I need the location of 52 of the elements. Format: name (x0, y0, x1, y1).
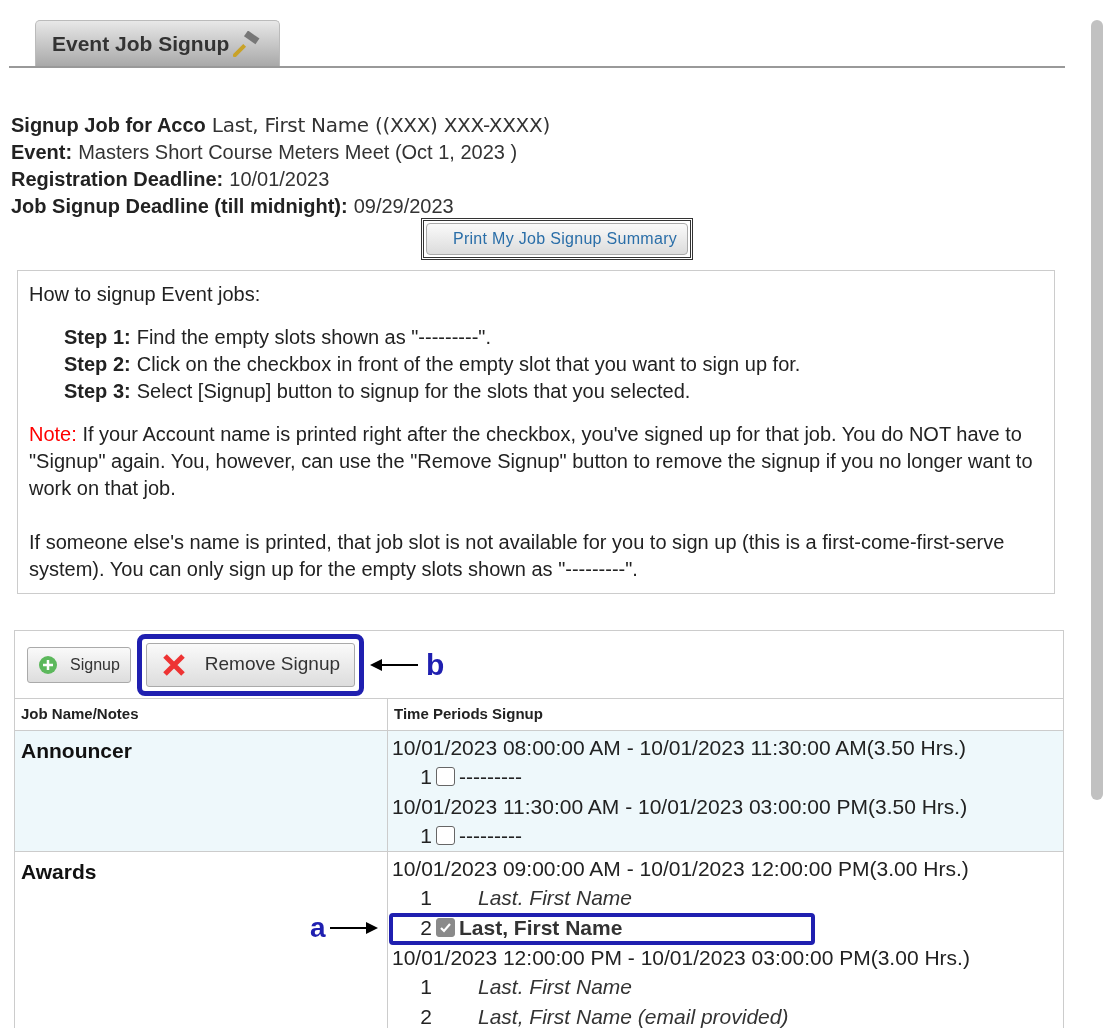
info-value: 10/01/2023 (229, 167, 330, 192)
time-period: 10/01/2023 11:30:00 AM - 10/01/2023 03:00:00 PM(3.50 Hrs.) (392, 793, 969, 820)
time-period: 10/01/2023 12:00:00 PM - 10/01/2023 03:00:00 PM(3.00 Hrs.) (392, 944, 971, 971)
info-label: Signup Job for Acco (11, 113, 206, 138)
callout-label: a (310, 910, 326, 945)
step-label: Step 3: (64, 379, 131, 404)
signup-button[interactable]: Signup (27, 646, 131, 683)
slot-name: Last. First Name (478, 884, 633, 911)
time-period: 10/01/2023 09:00:00 AM - 10/01/2023 12:00:00 PM(3.00 Hrs.) (392, 855, 970, 882)
callout-label: b (426, 647, 445, 683)
info-label: Registration Deadline: (11, 167, 224, 192)
slot-number: 1 (419, 763, 432, 790)
slot-name: Last, First Name (email provided) (478, 1003, 789, 1028)
slot-number: 1 (419, 884, 432, 911)
info-label: Event: (11, 140, 73, 165)
checkbox[interactable] (436, 767, 455, 786)
info-value: Last, First Name ((XXX) XXX-XXXX) (211, 112, 550, 139)
job-name: Awards (20, 858, 98, 885)
slot-number: 2 (419, 914, 432, 941)
column-header: Job Name/Notes (20, 704, 140, 724)
slot-name: --------- (459, 763, 522, 790)
step-text: Select [Signup] button to signup for the slots that you selected. (136, 379, 691, 404)
time-period: 10/01/2023 08:00:00 AM - 10/01/2023 11:30:00 AM(3.50 Hrs.) (392, 734, 967, 761)
remove-signup-button[interactable]: Remove Signup (145, 642, 356, 687)
tab[interactable]: Event Job Signup (35, 20, 281, 66)
check-icon (439, 921, 452, 934)
arrow-icon (370, 657, 419, 672)
arrow-icon (329, 920, 378, 935)
step-text: Click on the checkbox in front of the empty slot that you want to sign up for. (136, 352, 801, 377)
instructions-intro: How to signup Event jobs: (29, 282, 262, 307)
info-value: Masters Short Course Meters Meet (Oct 1, 2023 ) (78, 140, 518, 165)
slot-number: 2 (419, 1003, 432, 1028)
column-header: Time Periods Signup (387, 699, 1063, 730)
note-text: Note: If your Account name is printed right after the checkbox, you've signed up for that job. You do NOT have to "Signup" again. You, however, can use the "Remove Signup" button to remove the signup if you no longer want to work on that job. (29, 422, 1034, 501)
step-label: Step 2: (64, 352, 131, 377)
plus-icon (38, 654, 58, 675)
slot-name: Last. First Name (478, 973, 633, 1000)
step-text: Find the empty slots shown as "---------". (136, 325, 491, 350)
slot-name: Last, First Name (459, 914, 623, 941)
checkbox[interactable] (436, 918, 455, 937)
slot-number: 1 (419, 973, 432, 1000)
scrollbar[interactable] (1091, 20, 1103, 800)
slot-number: 1 (419, 822, 432, 849)
close-icon (160, 651, 187, 678)
info-value: 09/29/2023 (353, 194, 454, 219)
checkbox[interactable] (436, 826, 455, 845)
step-label: Step 1: (64, 325, 131, 350)
availability-text: If someone else's name is printed, that job slot is not available for you to sign up (this is a first-come-first-serve system). You can only sign up for the empty slots shown as "---------". (29, 530, 1006, 582)
job-name: Announcer (20, 737, 133, 764)
info-label: Job Signup Deadline (till midnight): (11, 194, 348, 219)
print-button[interactable]: Print My Job Signup Summary (425, 223, 689, 255)
slot-name: --------- (459, 822, 522, 849)
